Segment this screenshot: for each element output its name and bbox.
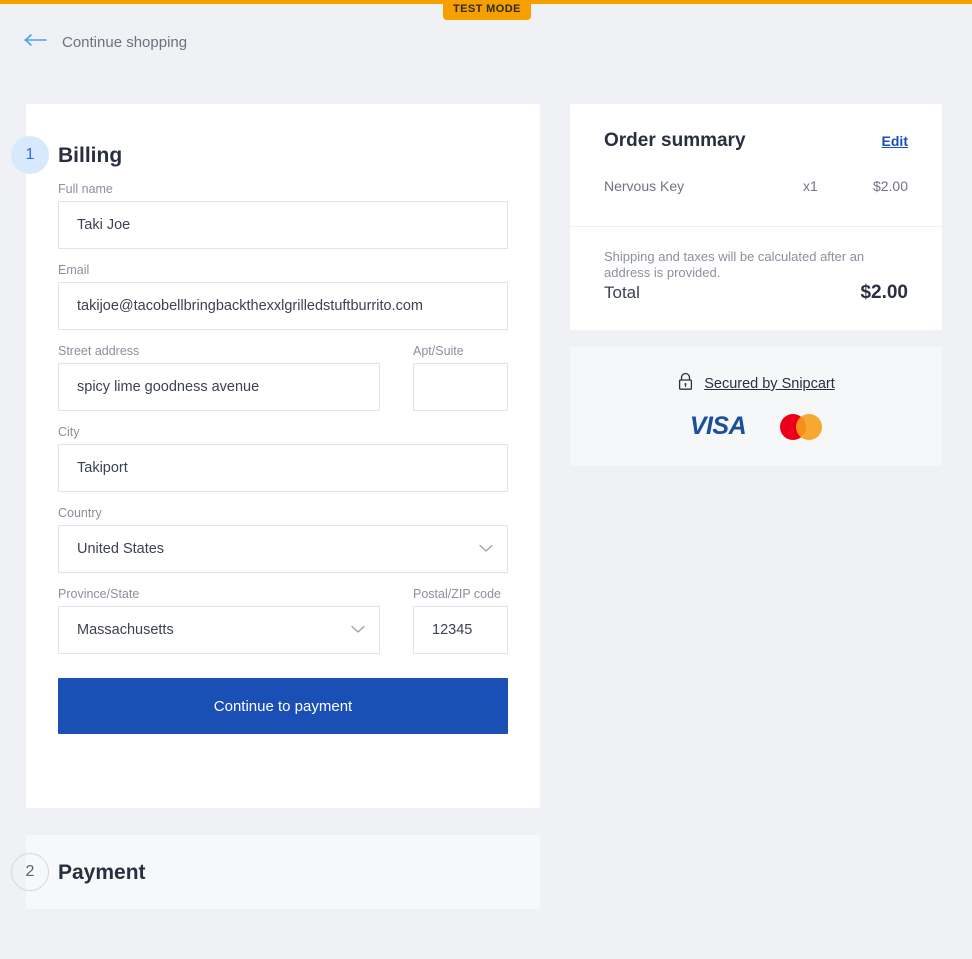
continue-to-payment-button[interactable]: Continue to payment	[58, 678, 508, 734]
city-label: City	[58, 425, 80, 439]
province-select[interactable]: Massachusetts	[58, 606, 380, 654]
order-summary-body: Order summary Edit Nervous Key x1 $2.00	[570, 104, 942, 226]
accepted-cards: VISA	[689, 412, 823, 441]
apt-input[interactable]	[413, 363, 508, 411]
email-group: Email takijoe@tacobellbringbackthexxlgri…	[58, 263, 508, 330]
apt-label: Apt/Suite	[413, 344, 464, 358]
city-input[interactable]: Takiport	[58, 444, 508, 492]
mastercard-right-circle	[796, 413, 823, 440]
order-item-qty: x1	[802, 178, 818, 194]
order-summary-title: Order summary	[604, 130, 746, 151]
order-item-row: Nervous Key x1 $2.00	[604, 178, 908, 226]
total-label: Total	[604, 283, 640, 303]
order-item-name: Nervous Key	[604, 178, 685, 194]
email-input[interactable]: takijoe@tacobellbringbackthexxlgrilledst…	[58, 282, 508, 330]
secured-label: Secured by Snipcart	[704, 376, 835, 392]
province-group: Province/State Massachusetts	[58, 587, 380, 654]
billing-form: Full name Taki Joe Email takijoe@tacobel…	[58, 182, 508, 734]
street-input[interactable]: spicy lime goodness avenue	[58, 363, 380, 411]
street-apt-row: Street address spicy lime goodness avenu…	[58, 344, 508, 425]
apt-group: Apt/Suite	[413, 344, 508, 411]
country-select[interactable]: United States	[58, 525, 508, 573]
step-badge-2: 2	[11, 853, 49, 891]
full-name-input[interactable]: Taki Joe	[58, 201, 508, 249]
continue-shopping-label: Continue shopping	[62, 34, 188, 51]
continue-shopping-link[interactable]: Continue shopping	[24, 33, 187, 52]
step-badge-1: 1	[11, 136, 49, 174]
edit-order-link[interactable]: Edit	[882, 133, 908, 149]
province-select-wrap: Massachusetts	[58, 606, 380, 654]
country-group: Country United States	[58, 506, 508, 573]
postal-input[interactable]: 12345	[413, 606, 508, 654]
province-label: Province/State	[58, 587, 140, 601]
order-summary-card: Order summary Edit Nervous Key x1 $2.00 …	[570, 104, 942, 331]
order-item-price: $2.00	[872, 178, 908, 194]
full-name-label: Full name	[58, 182, 113, 196]
billing-section-title: Billing	[58, 144, 123, 167]
test-mode-badge: TEST MODE	[443, 0, 531, 20]
order-summary-totals: Shipping and taxes will be calculated af…	[570, 227, 942, 330]
city-group: City Takiport	[58, 425, 508, 492]
payment-section-title: Payment	[58, 861, 146, 884]
secured-by-snipcart-link[interactable]: Secured by Snipcart	[677, 372, 835, 396]
country-select-wrap: United States	[58, 525, 508, 573]
street-group: Street address spicy lime goodness avenu…	[58, 344, 380, 411]
country-label: Country	[58, 506, 102, 520]
secured-panel: Secured by Snipcart VISA	[570, 347, 942, 466]
postal-group: Postal/ZIP code 12345	[413, 587, 508, 654]
street-label: Street address	[58, 344, 140, 358]
email-label: Email	[58, 263, 90, 277]
lock-icon	[677, 372, 694, 396]
shipping-note: Shipping and taxes will be calculated af…	[604, 249, 865, 280]
postal-label: Postal/ZIP code	[413, 587, 502, 601]
order-summary-header: Order summary Edit	[604, 130, 908, 178]
total-row: Total $2.00	[604, 282, 908, 304]
total-value: $2.00	[860, 282, 908, 304]
mastercard-logo	[780, 413, 823, 440]
visa-logo: VISA	[689, 412, 747, 440]
province-postal-row: Province/State Massachusetts Postal/ZIP …	[58, 587, 508, 668]
arrow-left-icon	[24, 33, 48, 52]
full-name-group: Full name Taki Joe	[58, 182, 508, 249]
